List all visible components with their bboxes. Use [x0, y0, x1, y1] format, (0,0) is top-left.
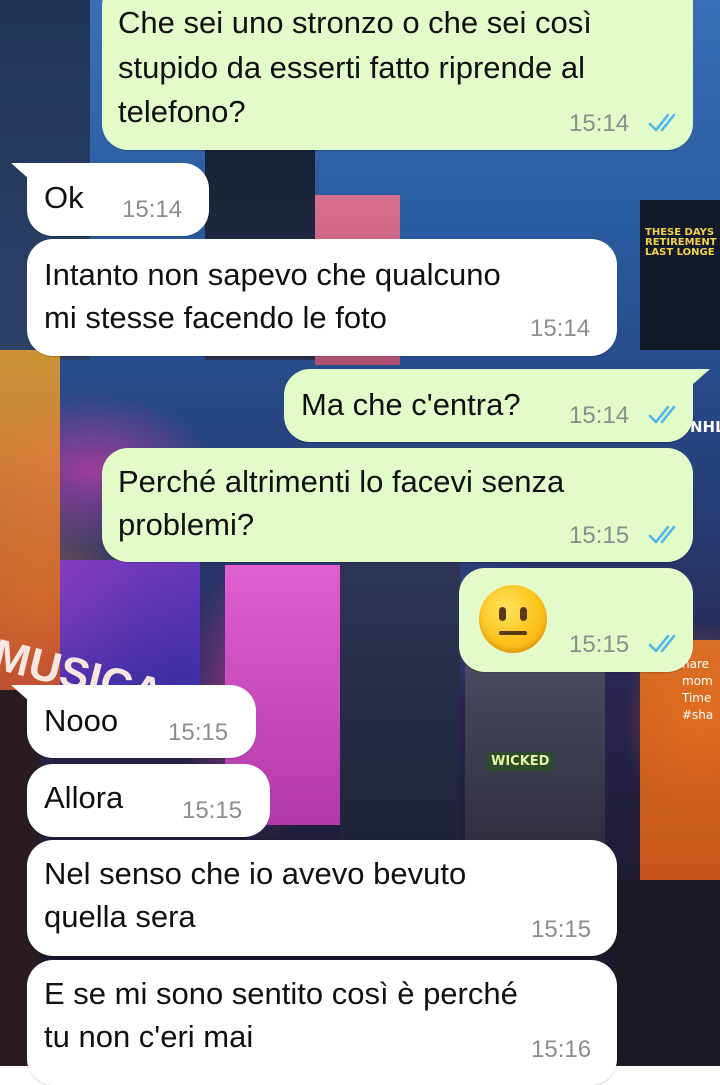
- incoming-message-bubble[interactable]: Intanto non sapevo che qualcuno mi stess…: [27, 239, 617, 356]
- incoming-message-bubble[interactable]: Nooo 15:15: [27, 685, 256, 758]
- incoming-message-bubble[interactable]: Ok 15:14: [27, 163, 209, 236]
- message-text: tu non c'eri mai: [44, 1019, 254, 1054]
- double-check-icon: [648, 113, 676, 132]
- double-check-icon: [648, 525, 676, 544]
- wallpaper-sign-these-days: THESE DAYS RETIREMENT LAST LONGE: [645, 227, 717, 258]
- double-check-icon: [648, 634, 676, 653]
- incoming-message-bubble[interactable]: Nel senso che io avevo bevuto quella ser…: [27, 840, 617, 956]
- message-timestamp: 15:15: [569, 631, 630, 658]
- wallpaper-building: [640, 200, 720, 350]
- outgoing-message-bubble[interactable]: 15:15: [459, 568, 693, 672]
- wallpaper-building: [340, 560, 460, 860]
- message-text: mi stesse facendo le foto: [44, 300, 387, 335]
- message-timestamp: 15:15: [182, 797, 243, 824]
- message-timestamp: 15:14: [530, 315, 591, 342]
- message-text: Allora: [44, 780, 124, 815]
- message-timestamp: 15:14: [569, 402, 630, 429]
- incoming-message-bubble[interactable]: Allora 15:15: [27, 764, 270, 837]
- message-text: telefono?: [118, 94, 246, 129]
- wallpaper-sign-wicked: WICKED: [487, 752, 554, 771]
- wallpaper-building: [615, 880, 720, 1066]
- message-timestamp: 15:14: [569, 110, 630, 137]
- outgoing-message-bubble[interactable]: Perché altrimenti lo facevi senza proble…: [102, 448, 693, 562]
- message-text: stupido da esserti fatto riprende al: [118, 50, 585, 85]
- message-text: Ok: [44, 180, 84, 215]
- message-text: Nel senso che io avevo bevuto: [44, 856, 467, 891]
- outgoing-message-bubble[interactable]: Ma che c'entra? 15:14: [284, 369, 693, 442]
- message-text: Nooo: [44, 703, 119, 738]
- bubble-tail: [692, 369, 710, 385]
- message-timestamp: 15:14: [122, 196, 183, 223]
- message-text: quella sera: [44, 899, 196, 934]
- message-text: Perché altrimenti lo facevi senza: [118, 464, 565, 499]
- message-timestamp: 15:16: [531, 1036, 592, 1063]
- incoming-message-bubble[interactable]: E se mi sono sentito così è perché tu no…: [27, 960, 617, 1085]
- message-timestamp: 15:15: [569, 522, 630, 549]
- neutral-face-icon: [479, 585, 547, 653]
- message-timestamp: 15:15: [168, 719, 229, 746]
- message-text: Che sei uno stronzo o che sei così: [118, 5, 592, 40]
- bubble-tail: [11, 685, 29, 701]
- message-timestamp: 15:15: [531, 916, 592, 943]
- wallpaper-sign-share: hare mom Time #sha: [682, 657, 714, 722]
- wallpaper-sign-nhl: NHL: [690, 418, 720, 436]
- message-text: E se mi sono sentito così è perché: [44, 976, 518, 1011]
- message-text: Ma che c'entra?: [301, 387, 521, 422]
- double-check-icon: [648, 405, 676, 424]
- message-text: problemi?: [118, 507, 255, 542]
- bubble-tail: [11, 163, 29, 179]
- message-text: Intanto non sapevo che qualcuno: [44, 257, 501, 292]
- outgoing-message-bubble[interactable]: Che sei uno stronzo o che sei così stupi…: [102, 0, 693, 150]
